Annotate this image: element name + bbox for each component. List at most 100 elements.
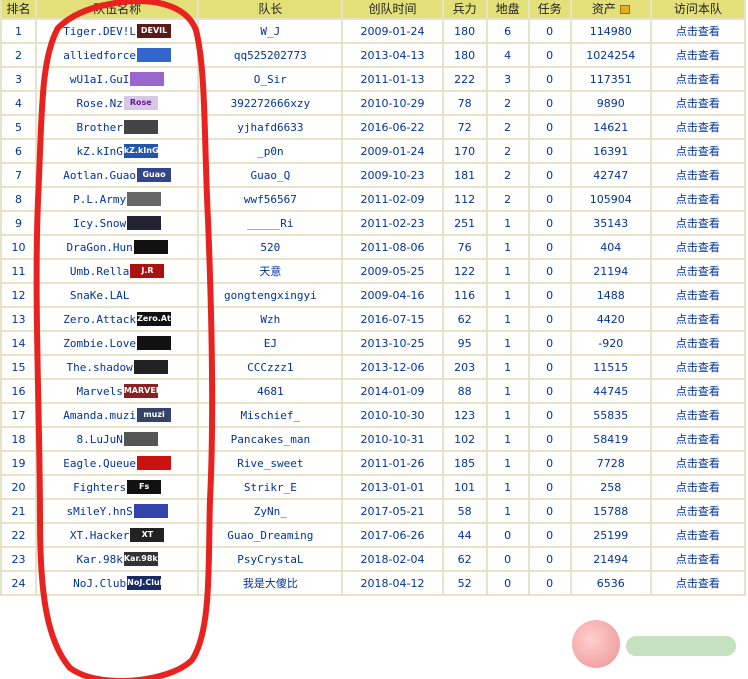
visit-team-link[interactable]: 点击查看 [651, 260, 744, 282]
visit-team-link[interactable]: 点击查看 [651, 212, 744, 234]
team-name-text[interactable]: Zero.Attack [63, 313, 136, 326]
visit-team-link[interactable]: 点击查看 [651, 404, 744, 426]
captain-cell[interactable]: 我是大傻比 [199, 572, 342, 594]
team-name-cell[interactable]: DraGon.Hun [37, 236, 198, 258]
team-name-text[interactable]: DraGon.Hun [67, 241, 133, 254]
team-name-cell[interactable]: P.L.Army [37, 188, 198, 210]
visit-team-link[interactable]: 点击查看 [651, 284, 744, 306]
captain-cell[interactable]: wwf56567 [199, 188, 342, 210]
team-name-cell[interactable]: Kar.98kKar.98k [37, 548, 198, 570]
captain-cell[interactable]: EJ [199, 332, 342, 354]
visit-team-link[interactable]: 点击查看 [651, 332, 744, 354]
team-name-cell[interactable]: NoJ.ClubNoJ.Club [37, 572, 198, 594]
team-name-cell[interactable]: alliedforce [37, 44, 198, 66]
captain-cell[interactable]: Mischief_ [199, 404, 342, 426]
team-name-cell[interactable]: SnaKe.LAL [37, 284, 198, 306]
captain-cell[interactable]: 4681 [199, 380, 342, 402]
team-name-text[interactable]: sMileY.hnS [67, 505, 133, 518]
team-name-cell[interactable]: XT.Hacker XT [37, 524, 198, 546]
team-name-cell[interactable]: Eagle.Queue [37, 452, 198, 474]
team-name-cell[interactable]: Aotlan.Guao Guao [37, 164, 198, 186]
visit-team-link[interactable]: 点击查看 [651, 92, 744, 114]
team-logo-image: NoJ.Club [127, 576, 162, 590]
captain-cell[interactable]: 天意 [199, 260, 342, 282]
captain-cell[interactable]: _p0n [199, 140, 342, 162]
visit-team-link[interactable]: 点击查看 [651, 140, 744, 162]
visit-team-link[interactable]: 点击查看 [651, 500, 744, 522]
team-name-text[interactable]: wU1aI.GuI [70, 73, 130, 86]
team-name-cell[interactable]: kZ.kInGkZ.kInG [37, 140, 198, 162]
visit-team-link[interactable]: 点击查看 [651, 572, 744, 594]
team-name-cell[interactable]: Zero.AttackZero.Attack [37, 308, 198, 330]
visit-team-link[interactable]: 点击查看 [651, 452, 744, 474]
team-name-text[interactable]: Marvels [76, 385, 122, 398]
captain-cell[interactable]: CCCzzz1 [199, 356, 342, 378]
team-name-text[interactable]: Kar.98k [76, 553, 122, 566]
team-name-text[interactable]: kZ.kInG [76, 145, 122, 158]
visit-team-link[interactable]: 点击查看 [651, 44, 744, 66]
captain-cell[interactable]: Wzh [199, 308, 342, 330]
captain-cell[interactable]: Rive_sweet [199, 452, 342, 474]
captain-cell[interactable]: PsyCrystaL [199, 548, 342, 570]
team-name-text[interactable]: Rose.Nz [76, 97, 122, 110]
team-name-text[interactable]: Tiger.DEV!L [63, 25, 136, 38]
team-name-cell[interactable]: wU1aI.GuI [37, 68, 198, 90]
captain-cell[interactable]: qq525202773 [199, 44, 342, 66]
captain-cell[interactable]: Guao_Q [199, 164, 342, 186]
team-name-text[interactable]: Brother [76, 121, 122, 134]
captain-cell[interactable]: 392272666xzy [199, 92, 342, 114]
visit-team-link[interactable]: 点击查看 [651, 188, 744, 210]
tasks-cell: 0 [529, 188, 570, 210]
team-name-cell[interactable]: Tiger.DEV!L DEVIL [37, 20, 198, 42]
visit-team-link[interactable]: 点击查看 [651, 380, 744, 402]
team-name-text[interactable]: The.shadow [67, 361, 133, 374]
visit-team-link[interactable]: 点击查看 [651, 428, 744, 450]
team-name-text[interactable]: Zombie.Love [63, 337, 136, 350]
team-name-text[interactable]: alliedforce [63, 49, 136, 62]
visit-team-link[interactable]: 点击查看 [651, 68, 744, 90]
captain-cell[interactable]: ZyNn_ [199, 500, 342, 522]
captain-cell[interactable]: _____Ri [199, 212, 342, 234]
team-name-cell[interactable]: Rose.Nz Rose [37, 92, 198, 114]
team-name-text[interactable]: Fighters [73, 481, 126, 494]
team-name-cell[interactable]: Brother [37, 116, 198, 138]
team-name-text[interactable]: 8.LuJuN [76, 433, 122, 446]
captain-cell[interactable]: Pancakes_man [199, 428, 342, 450]
captain-cell[interactable]: W_J [199, 20, 342, 42]
team-name-text[interactable]: SnaKe.LAL [70, 289, 130, 302]
visit-team-link[interactable]: 点击查看 [651, 308, 744, 330]
visit-team-link[interactable]: 点击查看 [651, 524, 744, 546]
team-name-cell[interactable]: 8.LuJuN [37, 428, 198, 450]
captain-cell[interactable]: Strikr_E [199, 476, 342, 498]
team-name-cell[interactable]: Zombie.Love [37, 332, 198, 354]
captain-cell[interactable]: yjhafd6633 [199, 116, 342, 138]
team-name-cell[interactable]: Fighters Fs [37, 476, 198, 498]
team-name-text[interactable]: Aotlan.Guao [63, 169, 136, 182]
team-name-text[interactable]: Amanda.muzi [63, 409, 136, 422]
visit-team-link[interactable]: 点击查看 [651, 356, 744, 378]
team-name-cell[interactable]: Icy.Snow [37, 212, 198, 234]
visit-team-link[interactable]: 点击查看 [651, 20, 744, 42]
team-name-cell[interactable]: Umb.Rella J.R [37, 260, 198, 282]
assets-cell: 58419 [571, 428, 650, 450]
visit-team-link[interactable]: 点击查看 [651, 476, 744, 498]
team-name-cell[interactable]: Amanda.muzi muzi [37, 404, 198, 426]
team-name-cell[interactable]: The.shadow [37, 356, 198, 378]
visit-team-link[interactable]: 点击查看 [651, 164, 744, 186]
team-name-cell[interactable]: MarvelsMARVEL [37, 380, 198, 402]
team-name-text[interactable]: Icy.Snow [73, 217, 126, 230]
visit-team-link[interactable]: 点击查看 [651, 548, 744, 570]
team-name-cell[interactable]: sMileY.hnS [37, 500, 198, 522]
team-name-text[interactable]: P.L.Army [73, 193, 126, 206]
visit-team-link[interactable]: 点击查看 [651, 116, 744, 138]
captain-cell[interactable]: Guao_Dreaming [199, 524, 342, 546]
team-name-text[interactable]: Eagle.Queue [63, 457, 136, 470]
assets-cell: 44745 [571, 380, 650, 402]
captain-cell[interactable]: O_Sir [199, 68, 342, 90]
captain-cell[interactable]: 520 [199, 236, 342, 258]
visit-team-link[interactable]: 点击查看 [651, 236, 744, 258]
team-name-text[interactable]: NoJ.Club [73, 577, 126, 590]
team-name-text[interactable]: Umb.Rella [70, 265, 130, 278]
captain-cell[interactable]: gongtengxingyi [199, 284, 342, 306]
team-name-text[interactable]: XT.Hacker [70, 529, 130, 542]
